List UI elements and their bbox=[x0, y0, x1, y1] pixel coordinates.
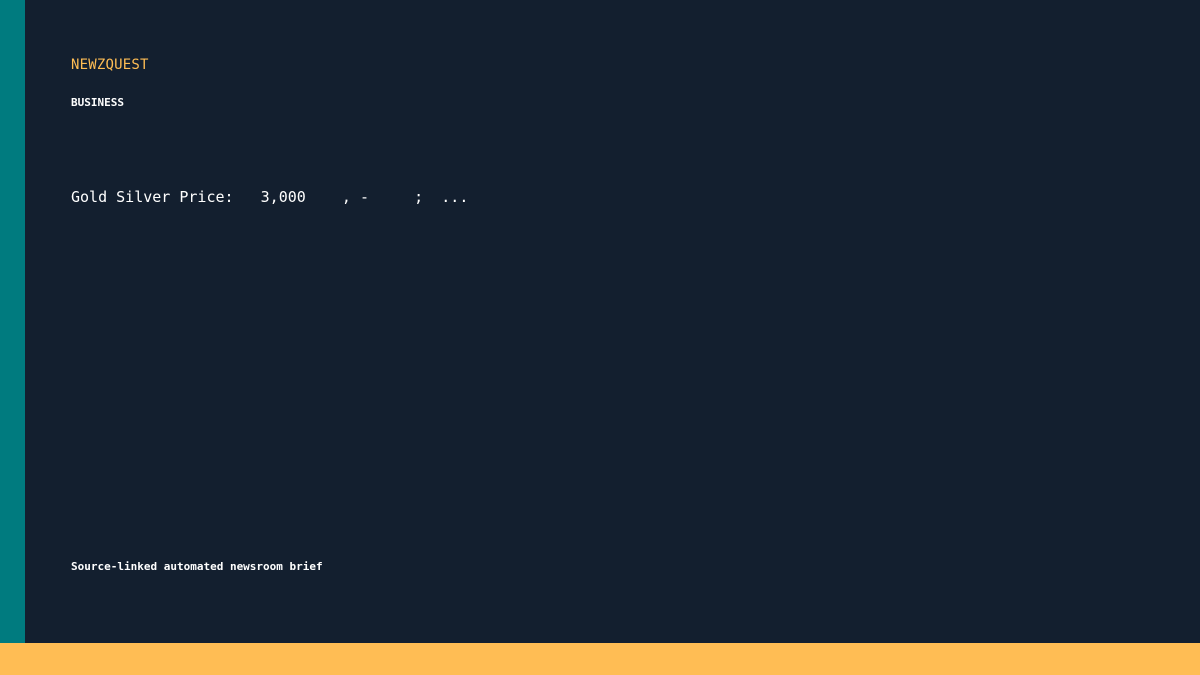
brand-name: NEWZQUEST bbox=[71, 57, 149, 73]
bottom-accent-band bbox=[0, 643, 1200, 675]
footer-note: Source-linked automated newsroom brief bbox=[71, 560, 323, 573]
left-accent-stripe bbox=[0, 0, 25, 643]
category-label: BUSINESS bbox=[71, 96, 124, 109]
news-card: NEWZQUEST BUSINESS Gold Silver Price: 3,… bbox=[0, 0, 1200, 675]
headline: Gold Silver Price: 3,000 , - ; ... bbox=[71, 188, 469, 206]
